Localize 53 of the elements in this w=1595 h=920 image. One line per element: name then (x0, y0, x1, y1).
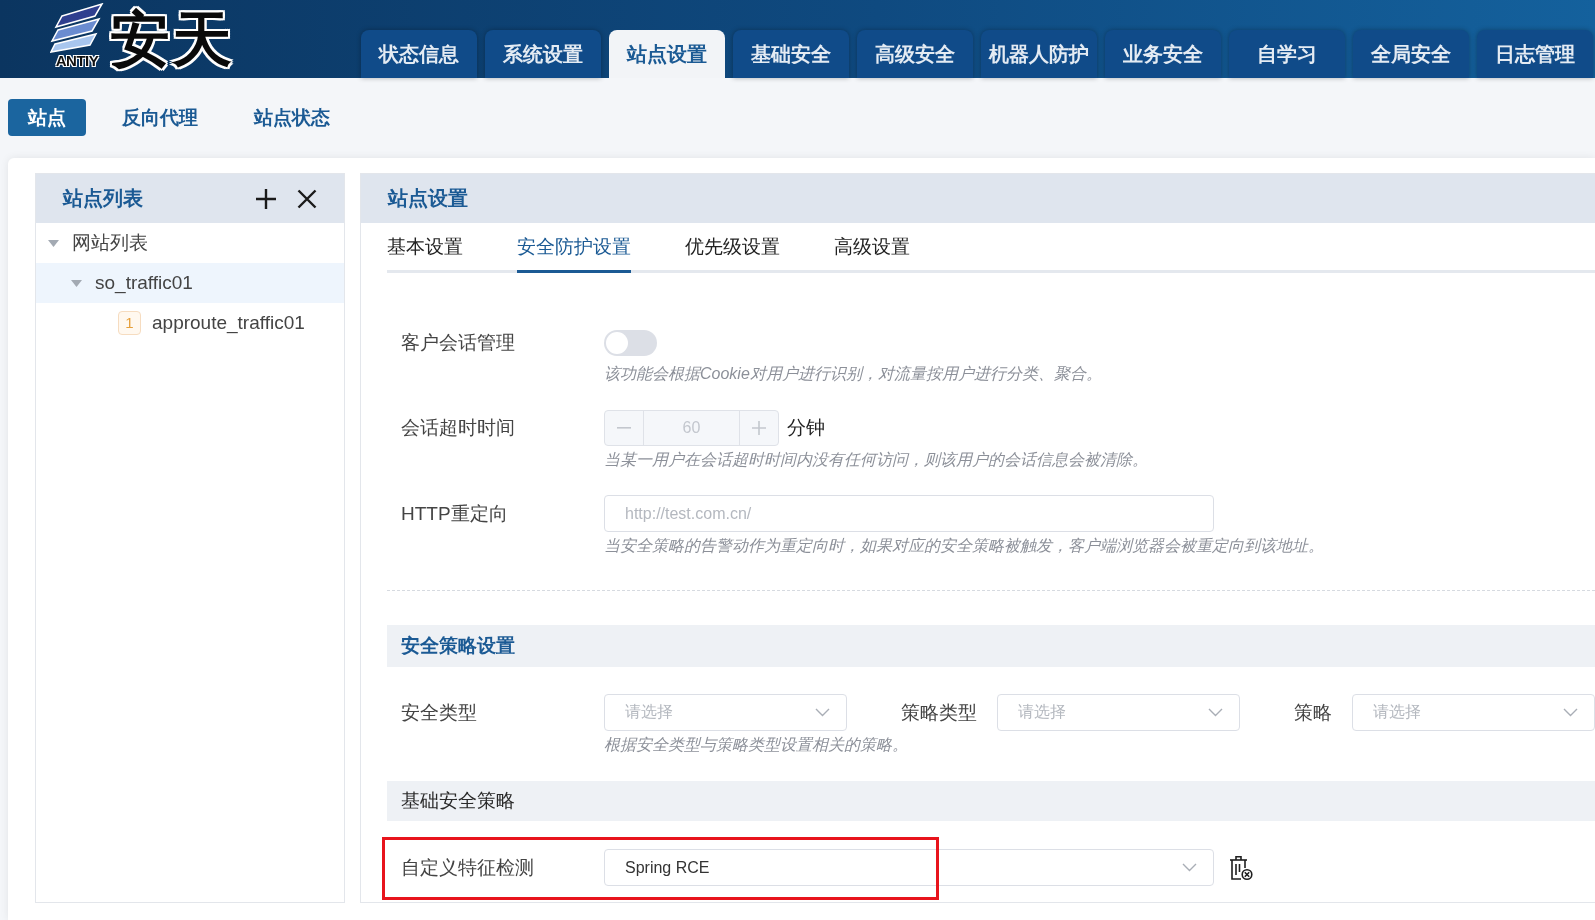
close-icon[interactable] (297, 188, 317, 209)
minus-icon (617, 427, 631, 429)
stripes-logo-icon (50, 3, 104, 53)
chevron-down-icon (1563, 708, 1578, 717)
field-hint: 根据安全类型与策略类型设置相关的策略。 (604, 735, 908, 755)
tree-item[interactable]: 1 approute_traffic01 (36, 303, 344, 343)
field-label: HTTP重定向 (401, 502, 509, 526)
toggle-switch[interactable] (604, 330, 657, 356)
logo-name: 安天 (110, 5, 234, 75)
panel-title: 站点列表 (63, 186, 143, 211)
unit-label: 分钟 (787, 416, 825, 440)
field-label: 策略类型 (901, 700, 977, 725)
number-badge: 1 (118, 311, 141, 335)
nav-tab[interactable]: 高级安全 (857, 30, 973, 78)
panel-title: 站点设置 (388, 186, 468, 211)
logo-caption: ANTIY (55, 53, 99, 68)
sub-nav-tab[interactable]: 站点 (8, 99, 86, 136)
settings-tab[interactable]: 基本设置 (387, 223, 463, 273)
field-hint: 当安全策略的告警动作为重定向时，如果对应的安全策略被触发，客户端浏览器会被重定向到该地址。 (604, 536, 1324, 556)
nav-tab[interactable]: 机器人防护 (981, 30, 1097, 78)
select-field[interactable]: Spring RCE (604, 849, 1214, 886)
field-label: 自定义特征检测 (401, 856, 535, 880)
sub-nav-tab[interactable]: 站点状态 (234, 99, 350, 136)
chevron-down-icon (1182, 863, 1197, 872)
tree-item[interactable]: so_traffic01 (36, 263, 344, 303)
settings-tab[interactable]: 高级设置 (834, 223, 910, 273)
caret-down-icon[interactable] (48, 237, 59, 249)
field-label: 客户会话管理 (401, 331, 516, 355)
field-label: 策略 (1294, 700, 1332, 725)
tree-item[interactable]: 网站列表 (36, 223, 344, 263)
field-hint: 该功能会根据Cookie对用户进行识别，对流量按用户进行分类、聚合。 (604, 364, 1102, 384)
nav-tab[interactable]: 站点设置 (609, 30, 725, 78)
nav-tab[interactable]: 全局安全 (1353, 30, 1469, 78)
plus-icon (752, 421, 766, 435)
trash-icon[interactable] (1229, 854, 1253, 881)
settings-tab[interactable]: 安全防护设置 (517, 223, 631, 273)
plus-icon[interactable] (255, 187, 277, 210)
section-title: 安全策略设置 (401, 634, 515, 658)
nav-tab[interactable]: 系统设置 (485, 30, 601, 78)
settings-tab[interactable]: 优先级设置 (685, 223, 780, 273)
chevron-down-icon (815, 708, 830, 717)
nav-tab[interactable]: 业务安全 (1105, 30, 1221, 78)
nav-tab[interactable]: 基础安全 (733, 30, 849, 78)
nav-tab[interactable]: 日志管理 (1477, 30, 1593, 78)
chevron-down-icon (1208, 708, 1223, 717)
nav-tab[interactable]: 自学习 (1229, 30, 1345, 78)
nav-tab[interactable]: 状态信息 (361, 30, 477, 78)
caret-down-icon[interactable] (71, 277, 82, 289)
section-title: 基础安全策略 (401, 789, 515, 813)
sub-nav-tab[interactable]: 反向代理 (102, 99, 218, 136)
field-label: 会话超时时间 (401, 416, 516, 440)
field-hint: 当某一用户在会话超时时间内没有任何访问，则该用户的会话信息会被清除。 (604, 450, 1148, 470)
field-label: 安全类型 (401, 701, 478, 725)
